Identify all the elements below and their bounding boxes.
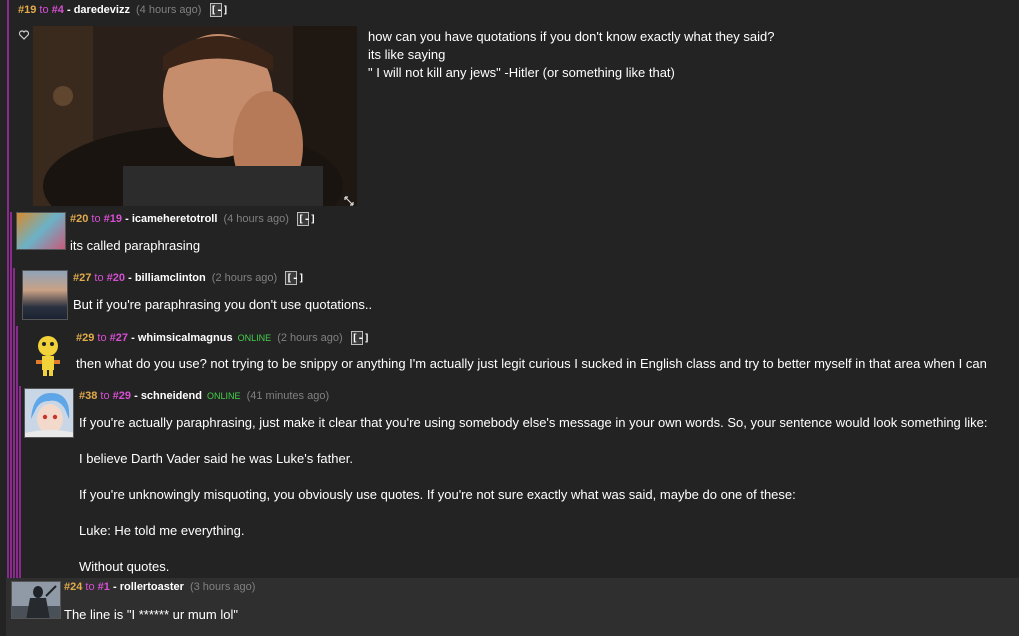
comment-number[interactable]: #29 xyxy=(76,332,94,344)
comment-header: #20 to #19 - icameheretotroll (4 hours a… xyxy=(70,212,316,226)
comment-line: But if you're paraphrasing you don't use… xyxy=(73,297,373,312)
username-link[interactable]: rollertoaster xyxy=(120,581,184,593)
comment-line: The line is "I ****** ur mum lol" xyxy=(64,607,238,622)
reply-to-link[interactable]: #29 xyxy=(113,390,131,402)
timestamp: (3 hours ago) xyxy=(189,581,256,593)
avatar[interactable] xyxy=(24,388,74,438)
username-link[interactable]: icameheretotroll xyxy=(132,213,218,225)
comment-line: Without quotes. xyxy=(79,559,170,574)
comment-line: I believe Darth Vader said he was Luke's… xyxy=(79,451,353,466)
reply-to-word: to xyxy=(100,390,110,402)
thread-line-5 xyxy=(19,386,21,578)
timestamp: (2 hours ago) xyxy=(211,271,278,284)
reply-to-link[interactable]: #1 xyxy=(98,581,110,593)
comment-line: then what do you use? not trying to be s… xyxy=(76,356,987,371)
comment-number[interactable]: #20 xyxy=(70,213,88,225)
username-link[interactable]: billiamclinton xyxy=(135,272,206,284)
reply-to-word: to xyxy=(97,331,107,344)
comment-number[interactable]: #27 xyxy=(73,272,91,284)
reply-to-link[interactable]: #19 xyxy=(104,213,122,225)
comment-line: how can you have quotations if you don't… xyxy=(368,29,775,44)
reply-to-link[interactable]: #27 xyxy=(110,332,128,344)
comment-body: then what do you use? not trying to be s… xyxy=(76,355,987,373)
comment-number[interactable]: #24 xyxy=(64,581,82,593)
comment-body: The line is "I ****** ur mum lol" xyxy=(64,606,238,624)
comment-line: " I will not kill any jews" -Hitler (or … xyxy=(368,65,675,80)
comment-body: But if you're paraphrasing you don't use… xyxy=(73,296,372,314)
username-link[interactable]: schneidend xyxy=(141,390,202,402)
avatar[interactable] xyxy=(11,581,61,619)
comment-line: its like saying xyxy=(368,47,446,62)
comment-line: If you're actually paraphrasing, just ma… xyxy=(79,415,988,430)
username-link[interactable]: whimsicalmagnus xyxy=(138,332,233,344)
comment-header: #29 to #27 - whimsicalmagnus ONLINE (2 h… xyxy=(76,331,370,345)
collapse-button[interactable]: [-] xyxy=(285,271,304,285)
comment-number[interactable]: #19 xyxy=(18,4,36,16)
thread-line-4 xyxy=(16,326,18,578)
separator: - xyxy=(125,271,135,284)
online-status: ONLINE xyxy=(207,391,241,401)
avatar[interactable] xyxy=(26,330,70,378)
thread-line-2 xyxy=(10,212,12,578)
username-link[interactable]: daredevizz xyxy=(74,4,130,16)
comment-header: #27 to #20 - billiamclinton (2 hours ago… xyxy=(73,271,304,285)
thread-line-3 xyxy=(13,268,15,578)
reply-to-word: to xyxy=(94,271,104,284)
heart-icon[interactable] xyxy=(18,27,30,40)
comment-body: If you're actually paraphrasing, just ma… xyxy=(79,414,988,576)
comment-body: its called paraphrasing xyxy=(70,237,200,255)
separator: - xyxy=(63,3,74,16)
comment-line: If you're unknowingly misquoting, you ob… xyxy=(79,487,796,502)
comment-header: #24 to #1 - rollertoaster (3 hours ago) xyxy=(64,581,255,594)
comment-number[interactable]: #38 xyxy=(79,390,97,402)
reply-to-link[interactable]: #20 xyxy=(107,272,125,284)
comment-line: its called paraphrasing xyxy=(70,238,201,253)
timestamp: (41 minutes ago) xyxy=(246,390,330,402)
timestamp: (2 hours ago) xyxy=(277,331,343,344)
timestamp: (4 hours ago) xyxy=(136,3,202,16)
comment-header: #38 to #29 - schneidend ONLINE (41 minut… xyxy=(79,390,329,403)
separator: - xyxy=(122,212,132,225)
expand-icon[interactable] xyxy=(344,193,354,206)
online-status: ONLINE xyxy=(237,332,272,343)
timestamp: (4 hours ago) xyxy=(223,212,289,225)
collapse-button[interactable]: [-] xyxy=(209,3,229,17)
comment-header: #19 to #4 - daredevizz (4 hours ago) [-] xyxy=(18,3,229,17)
reply-to-word: to xyxy=(85,581,95,593)
attached-gif-image[interactable] xyxy=(33,26,357,206)
reply-to-link[interactable]: #4 xyxy=(52,4,64,16)
separator: - xyxy=(109,581,120,593)
reply-to-word: to xyxy=(91,212,101,225)
collapse-button[interactable]: [-] xyxy=(296,212,316,226)
collapse-button[interactable]: [-] xyxy=(350,331,370,345)
thread-line-1 xyxy=(7,0,9,578)
separator: - xyxy=(128,331,138,344)
comment-line: Luke: He told me everything. xyxy=(79,523,245,538)
avatar[interactable] xyxy=(22,270,68,320)
avatar[interactable] xyxy=(16,212,66,250)
separator: - xyxy=(131,390,141,402)
reply-to-word: to xyxy=(39,3,49,16)
comment-body: how can you have quotations if you don't… xyxy=(368,28,774,82)
